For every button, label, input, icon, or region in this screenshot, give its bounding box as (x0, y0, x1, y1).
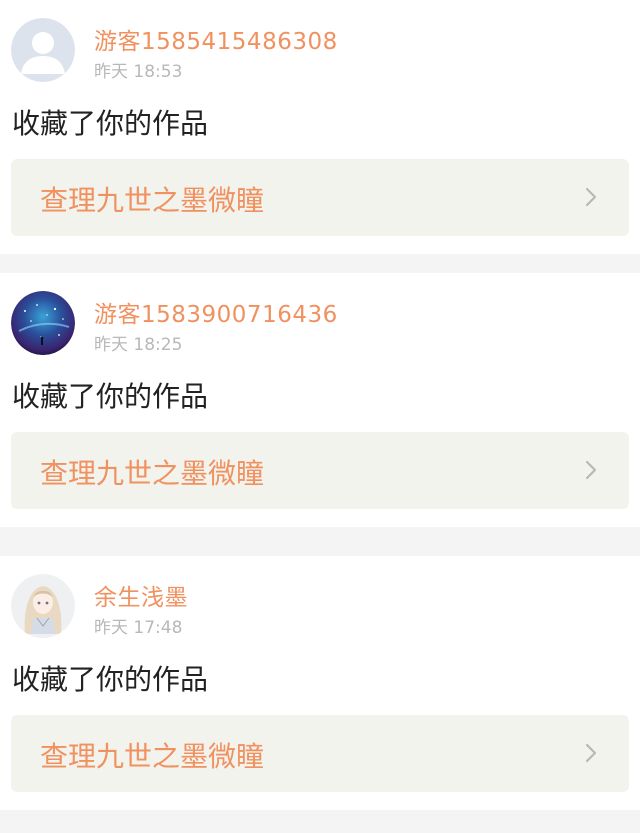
username[interactable]: 游客1583900716436 (94, 295, 338, 329)
timestamp: 昨天 18:53 (94, 62, 183, 82)
user-avatar[interactable] (11, 574, 75, 638)
activity-text: 收藏了你的作品 (12, 107, 209, 140)
work-title: 查理九世之墨微瞳 (40, 184, 265, 217)
work-link[interactable]: 查理九世之墨微瞳 (11, 159, 629, 236)
user-avatar[interactable] (11, 291, 75, 355)
timestamp: 昨天 18:25 (94, 335, 183, 355)
notification-card: 游客1583900716436 昨天 18:25 收藏了你的作品 查理九世之墨微… (0, 273, 640, 527)
starry-sky-avatar-icon (11, 291, 75, 355)
timestamp: 昨天 17:48 (94, 618, 183, 638)
work-title: 查理九世之墨微瞳 (40, 740, 265, 773)
user-avatar[interactable] (11, 18, 75, 82)
notification-card: 余生浅墨 昨天 17:48 收藏了你的作品 查理九世之墨微瞳 (0, 556, 640, 810)
default-person-icon (11, 18, 75, 82)
activity-text: 收藏了你的作品 (12, 663, 209, 696)
username[interactable]: 游客1585415486308 (94, 22, 338, 56)
chevron-right-icon (585, 743, 597, 763)
activity-text: 收藏了你的作品 (12, 380, 209, 413)
chevron-right-icon (585, 187, 597, 207)
work-link[interactable]: 查理九世之墨微瞳 (11, 432, 629, 509)
notification-card: 游客1585415486308 昨天 18:53 收藏了你的作品 查理九世之墨微… (0, 0, 640, 254)
username[interactable]: 余生浅墨 (94, 578, 188, 612)
anime-girl-avatar-icon (11, 574, 75, 638)
chevron-right-icon (585, 460, 597, 480)
notification-feed: 游客1585415486308 昨天 18:53 收藏了你的作品 查理九世之墨微… (0, 0, 640, 833)
work-title: 查理九世之墨微瞳 (40, 457, 265, 490)
work-link[interactable]: 查理九世之墨微瞳 (11, 715, 629, 792)
